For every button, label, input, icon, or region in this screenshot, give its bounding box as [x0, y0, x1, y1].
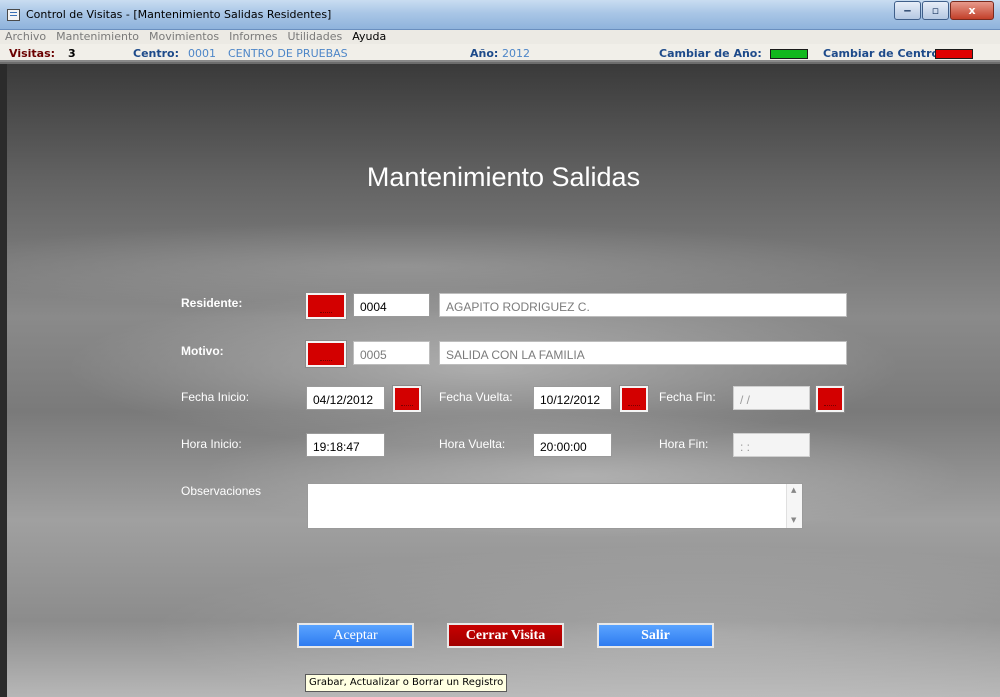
fecha-vuelta-field[interactable]: 10/12/2012	[533, 386, 612, 410]
fecha-vuelta-calendar-button[interactable]	[619, 385, 649, 413]
fecha-inicio-calendar-button[interactable]	[392, 385, 422, 413]
residente-code-field[interactable]: 0004	[353, 293, 430, 317]
motivo-label: Motivo:	[181, 344, 224, 358]
cambiar-centro-label: Cambiar de Centro:	[823, 47, 944, 60]
fecha-fin-label: Fecha Fin:	[659, 390, 716, 404]
observaciones-label: Observaciones	[181, 484, 262, 498]
cambiar-centro-button[interactable]	[935, 49, 973, 59]
scroll-up-icon[interactable]: ▲	[791, 486, 796, 494]
window-frame-left	[0, 64, 7, 697]
hora-fin-field[interactable]: : :	[733, 433, 810, 457]
hora-fin-label: Hora Fin:	[659, 437, 709, 451]
residente-name-field[interactable]: AGAPITO RODRIGUEZ C.	[439, 293, 847, 317]
observaciones-textarea[interactable]: ▲ ▼	[307, 483, 803, 529]
hora-inicio-label: Hora Inicio:	[181, 437, 242, 451]
minimize-button[interactable]: ‒	[894, 1, 921, 20]
menu-utilidades[interactable]: Utilidades	[282, 30, 347, 44]
title-bar: Control de Visitas - [Mantenimiento Sali…	[0, 0, 1000, 30]
status-strip: Visitas: 3 Centro: 0001 CENTRO DE PRUEBA…	[0, 44, 1000, 62]
hora-vuelta-field[interactable]: 20:00:00	[533, 433, 612, 457]
menu-informes[interactable]: Informes	[224, 30, 282, 44]
page-title: Mantenimiento Salidas	[366, 162, 641, 192]
cambiar-anio-label: Cambiar de Año:	[659, 47, 762, 60]
observaciones-scrollbar[interactable]: ▲ ▼	[786, 484, 802, 528]
anio-label: Año:	[470, 47, 499, 60]
residente-label: Residente:	[181, 296, 243, 310]
visitas-label: Visitas:	[9, 47, 56, 60]
fecha-inicio-label: Fecha Inicio:	[181, 390, 250, 404]
visitas-count: 3	[68, 47, 76, 60]
app-icon	[7, 9, 20, 21]
aceptar-button[interactable]: Aceptar	[297, 623, 414, 648]
motivo-name-field[interactable]: SALIDA CON LA FAMILIA	[439, 341, 847, 365]
fecha-inicio-field[interactable]: 04/12/2012	[306, 386, 385, 410]
window-controls: ‒ ▫ x	[894, 1, 994, 20]
window-title: Control de Visitas - [Mantenimiento Sali…	[26, 8, 332, 21]
menu-mantenimiento[interactable]: Mantenimiento	[51, 30, 144, 44]
menu-bar: Archivo Mantenimiento Movimientos Inform…	[0, 30, 1000, 44]
menu-ayuda[interactable]: Ayuda	[347, 30, 391, 44]
scroll-down-icon[interactable]: ▼	[791, 516, 796, 524]
motivo-lookup-button[interactable]	[305, 340, 347, 368]
close-button[interactable]: x	[950, 1, 994, 20]
centro-label: Centro:	[133, 47, 180, 60]
salir-button[interactable]: Salir	[597, 623, 714, 648]
centro-code: 0001	[188, 47, 216, 60]
menu-archivo[interactable]: Archivo	[0, 30, 51, 44]
centro-name: CENTRO DE PRUEBAS	[228, 47, 348, 60]
form-canvas: Mantenimiento Salidas Residente: 0004 AG…	[7, 64, 1000, 697]
motivo-code-field[interactable]: 0005	[353, 341, 430, 365]
anio-value: 2012	[502, 47, 530, 60]
hora-inicio-field[interactable]: 19:18:47	[306, 433, 385, 457]
tooltip: Grabar, Actualizar o Borrar un Registro	[305, 674, 508, 692]
fecha-fin-calendar-button[interactable]	[815, 385, 845, 413]
fecha-fin-field[interactable]: / /	[733, 386, 810, 410]
fecha-vuelta-label: Fecha Vuelta:	[439, 390, 513, 404]
residente-lookup-button[interactable]	[305, 292, 347, 320]
hora-vuelta-label: Hora Vuelta:	[439, 437, 506, 451]
menu-movimientos[interactable]: Movimientos	[144, 30, 224, 44]
cerrar-visita-button[interactable]: Cerrar Visita	[447, 623, 564, 648]
cambiar-anio-button[interactable]	[770, 49, 808, 59]
maximize-button[interactable]: ▫	[922, 1, 949, 20]
